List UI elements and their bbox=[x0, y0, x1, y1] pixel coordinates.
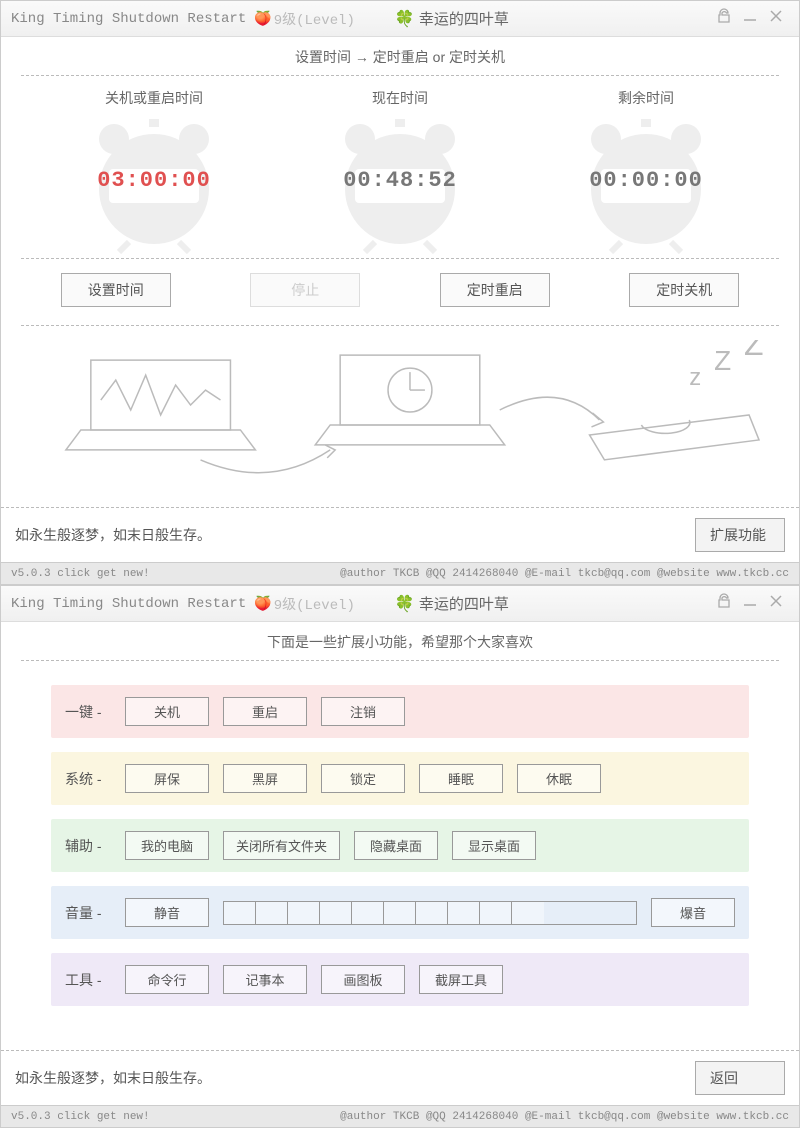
motto-text: 如永生般逐梦，如末日般生存。 bbox=[15, 1068, 695, 1088]
version-text[interactable]: v5.0.3 click get new! bbox=[11, 568, 150, 580]
onekey-shutdown-button[interactable]: 关机 bbox=[125, 697, 209, 726]
divider bbox=[21, 660, 779, 661]
shutdown-clock: 03:00:00 bbox=[69, 114, 239, 254]
titlebar: King Timing Shutdown Restart 🍑 9级(Level)… bbox=[1, 586, 799, 622]
footer: 如永生般逐梦，如末日般生存。 返回 bbox=[1, 1050, 799, 1105]
illustration: z Z Z bbox=[1, 330, 799, 507]
stop-button[interactable]: 停止 bbox=[250, 273, 360, 307]
shutdown-clock-label: 关机或重启时间 bbox=[31, 88, 277, 108]
onekey-logoff-button[interactable]: 注销 bbox=[321, 697, 405, 726]
sleep-button[interactable]: 睡眠 bbox=[419, 764, 503, 793]
clover-icon: 🍀 bbox=[395, 594, 415, 614]
peach-icon: 🍑 bbox=[254, 10, 271, 27]
volume-label: 音量 - bbox=[65, 903, 125, 923]
main-window: King Timing Shutdown Restart 🍑 9级(Level)… bbox=[0, 0, 800, 585]
close-icon[interactable] bbox=[763, 593, 789, 614]
lock-icon[interactable] bbox=[711, 8, 737, 29]
show-desktop-button[interactable]: 显示桌面 bbox=[452, 831, 536, 860]
clover-icon: 🍀 bbox=[395, 9, 415, 29]
screensaver-button[interactable]: 屏保 bbox=[125, 764, 209, 793]
screenshot-button[interactable]: 截屏工具 bbox=[419, 965, 503, 994]
lucky-label: 幸运的四叶草 bbox=[419, 593, 509, 614]
timed-shutdown-button[interactable]: 定时关机 bbox=[629, 273, 739, 307]
divider bbox=[21, 258, 779, 259]
close-icon[interactable] bbox=[763, 8, 789, 29]
remain-time-value: 00:00:00 bbox=[561, 168, 731, 193]
system-label: 系统 - bbox=[65, 769, 125, 789]
divider bbox=[21, 75, 779, 76]
svg-text:z: z bbox=[689, 364, 701, 391]
instruction-text: 下面是一些扩展小功能，希望那个大家喜欢 bbox=[1, 622, 799, 656]
blackscreen-button[interactable]: 黑屏 bbox=[223, 764, 307, 793]
lock-icon[interactable] bbox=[711, 593, 737, 614]
shutdown-time-value: 03:00:00 bbox=[69, 168, 239, 193]
extensions-body: 一键 - 关机 重启 注销 系统 - 屏保 黑屏 锁定 睡眠 休眠 辅助 - 我… bbox=[1, 665, 799, 1050]
onekey-row: 一键 - 关机 重启 注销 bbox=[51, 685, 749, 738]
notepad-button[interactable]: 记事本 bbox=[223, 965, 307, 994]
remain-clock-label: 剩余时间 bbox=[523, 88, 769, 108]
level-label: 9级(Level) bbox=[274, 594, 355, 614]
minimize-icon[interactable] bbox=[737, 593, 763, 614]
author-text: @author TKCB @QQ 2414268040 @E-mail tkcb… bbox=[340, 1111, 789, 1123]
now-clock-label: 现在时间 bbox=[277, 88, 523, 108]
svg-text:Z: Z bbox=[744, 340, 764, 362]
hibernate-button[interactable]: 休眠 bbox=[517, 764, 601, 793]
clocks-row: 关机或重启时间 03:00:00 现在时间 00:48:52 剩余时间 00:0… bbox=[1, 80, 799, 254]
timed-restart-button[interactable]: 定时重启 bbox=[440, 273, 550, 307]
action-buttons: 设置时间 停止 定时重启 定时关机 bbox=[1, 263, 799, 321]
lock-button[interactable]: 锁定 bbox=[321, 764, 405, 793]
mute-button[interactable]: 静音 bbox=[125, 898, 209, 927]
divider bbox=[21, 325, 779, 326]
extensions-window: King Timing Shutdown Restart 🍑 9级(Level)… bbox=[0, 585, 800, 1128]
set-time-button[interactable]: 设置时间 bbox=[61, 273, 171, 307]
now-clock: 00:48:52 bbox=[315, 114, 485, 254]
remain-clock: 00:00:00 bbox=[561, 114, 731, 254]
system-row: 系统 - 屏保 黑屏 锁定 睡眠 休眠 bbox=[51, 752, 749, 805]
peach-icon: 🍑 bbox=[254, 595, 271, 612]
lucky-label: 幸运的四叶草 bbox=[419, 8, 509, 29]
max-volume-button[interactable]: 爆音 bbox=[651, 898, 735, 927]
volume-slider[interactable] bbox=[223, 901, 637, 925]
back-button[interactable]: 返回 bbox=[695, 1061, 785, 1095]
tools-label: 工具 - bbox=[65, 970, 125, 990]
volume-row: 音量 - 静音 爆音 bbox=[51, 886, 749, 939]
level-label: 9级(Level) bbox=[274, 9, 355, 29]
paint-button[interactable]: 画图板 bbox=[321, 965, 405, 994]
author-text: @author TKCB @QQ 2414268040 @E-mail tkcb… bbox=[340, 568, 789, 580]
motto-text: 如永生般逐梦，如末日般生存。 bbox=[15, 525, 695, 545]
statusbar: v5.0.3 click get new! @author TKCB @QQ 2… bbox=[1, 562, 799, 584]
footer: 如永生般逐梦，如末日般生存。 扩展功能 bbox=[1, 507, 799, 562]
cmd-button[interactable]: 命令行 bbox=[125, 965, 209, 994]
onekey-label: 一键 - bbox=[65, 702, 125, 722]
minimize-icon[interactable] bbox=[737, 8, 763, 29]
instruction-text: 设置时间 → 定时重启 or 定时关机 bbox=[1, 37, 799, 71]
app-title: King Timing Shutdown Restart bbox=[11, 596, 246, 612]
svg-text:Z: Z bbox=[714, 345, 731, 376]
hide-desktop-button[interactable]: 隐藏桌面 bbox=[354, 831, 438, 860]
onekey-restart-button[interactable]: 重启 bbox=[223, 697, 307, 726]
my-computer-button[interactable]: 我的电脑 bbox=[125, 831, 209, 860]
titlebar: King Timing Shutdown Restart 🍑 9级(Level)… bbox=[1, 1, 799, 37]
version-text[interactable]: v5.0.3 click get new! bbox=[11, 1111, 150, 1123]
assist-label: 辅助 - bbox=[65, 836, 125, 856]
close-folders-button[interactable]: 关闭所有文件夹 bbox=[223, 831, 340, 860]
tools-row: 工具 - 命令行 记事本 画图板 截屏工具 bbox=[51, 953, 749, 1006]
now-time-value: 00:48:52 bbox=[315, 168, 485, 193]
app-title: King Timing Shutdown Restart bbox=[11, 11, 246, 27]
expand-button[interactable]: 扩展功能 bbox=[695, 518, 785, 552]
statusbar: v5.0.3 click get new! @author TKCB @QQ 2… bbox=[1, 1105, 799, 1127]
assist-row: 辅助 - 我的电脑 关闭所有文件夹 隐藏桌面 显示桌面 bbox=[51, 819, 749, 872]
